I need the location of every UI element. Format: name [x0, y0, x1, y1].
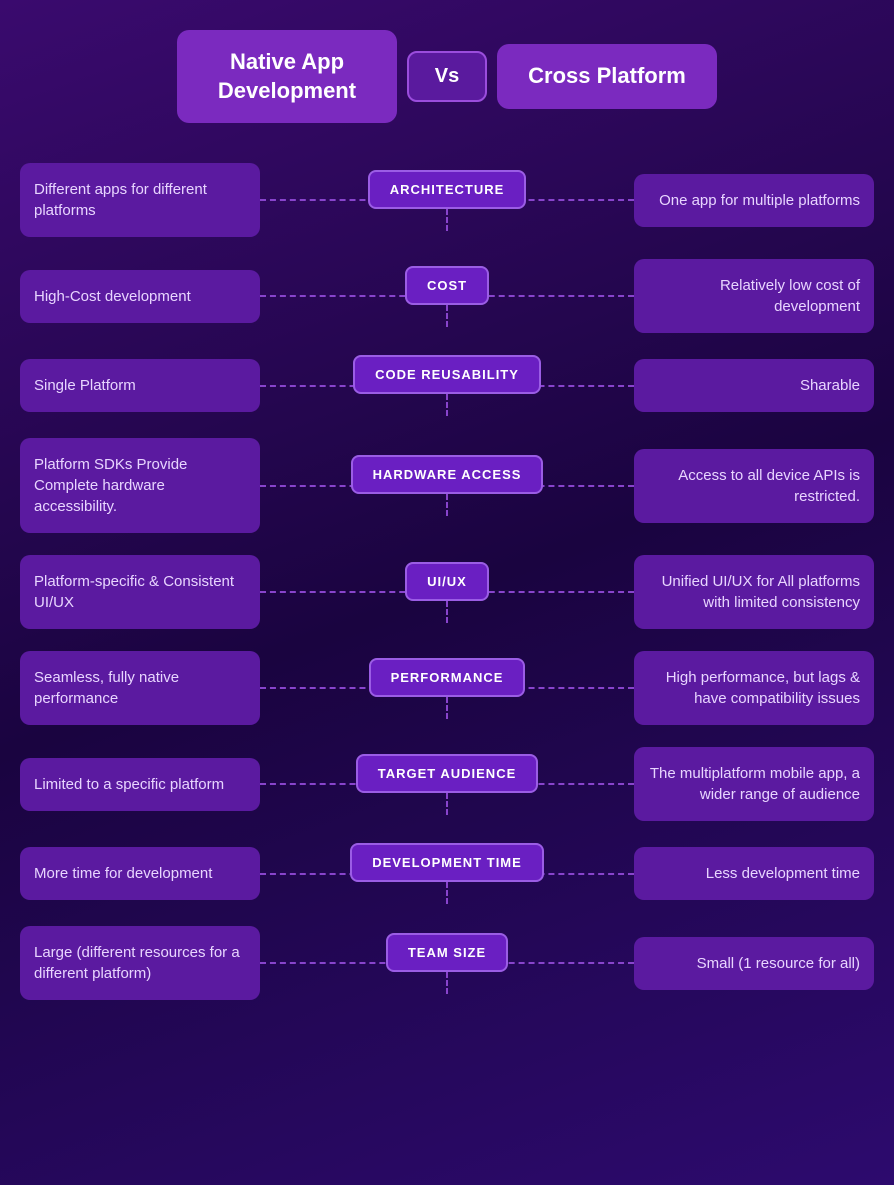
left-cell-8: Large (different resources for a differe…: [20, 926, 260, 1000]
left-cell-0: Different apps for different platforms: [20, 163, 260, 237]
cross-header-box: Cross Platform: [497, 44, 717, 109]
v-line-4: [446, 601, 448, 623]
row-center-0: ARCHITECTURE: [260, 170, 634, 231]
category-label-1: COST: [405, 266, 489, 305]
right-cell-4: Unified UI/UX for All platforms with lim…: [634, 555, 874, 629]
header: Native App Development Vs Cross Platform: [20, 30, 874, 123]
category-label-6: TARGET AUDIENCE: [356, 754, 539, 793]
left-cell-2: Single Platform: [20, 359, 260, 412]
left-cell-7: More time for development: [20, 847, 260, 900]
comparison-row: Platform-specific & Consistent UI/UX UI/…: [20, 555, 874, 629]
comparison-row: More time for development DEVELOPMENT TI…: [20, 843, 874, 904]
comparison-row: Limited to a specific platform TARGET AU…: [20, 747, 874, 821]
left-cell-6: Limited to a specific platform: [20, 758, 260, 811]
v-line-5: [446, 697, 448, 719]
category-label-0: ARCHITECTURE: [368, 170, 527, 209]
row-center-2: CODE REUSABILITY: [260, 355, 634, 416]
v-line-2: [446, 394, 448, 416]
left-cell-5: Seamless, fully native performance: [20, 651, 260, 725]
right-cell-1: Relatively low cost of development: [634, 259, 874, 333]
v-line-0: [446, 209, 448, 231]
comparison-rows: Different apps for different platforms A…: [20, 163, 874, 1000]
category-label-7: DEVELOPMENT TIME: [350, 843, 544, 882]
left-cell-3: Platform SDKs Provide Complete hardware …: [20, 438, 260, 533]
row-center-7: DEVELOPMENT TIME: [260, 843, 634, 904]
right-cell-8: Small (1 resource for all): [634, 937, 874, 990]
comparison-row: Large (different resources for a differe…: [20, 926, 874, 1000]
right-cell-2: Sharable: [634, 359, 874, 412]
category-label-5: PERFORMANCE: [369, 658, 526, 697]
comparison-row: Seamless, fully native performance PERFO…: [20, 651, 874, 725]
row-center-4: UI/UX: [260, 562, 634, 623]
right-cell-6: The multiplatform mobile app, a wider ra…: [634, 747, 874, 821]
page-container: Native App Development Vs Cross Platform…: [20, 30, 874, 1000]
v-line-3: [446, 494, 448, 516]
left-cell-4: Platform-specific & Consistent UI/UX: [20, 555, 260, 629]
vs-label: Vs: [407, 51, 487, 102]
comparison-row: Different apps for different platforms A…: [20, 163, 874, 237]
native-header-box: Native App Development: [177, 30, 397, 123]
row-center-6: TARGET AUDIENCE: [260, 754, 634, 815]
cross-header-label: Cross Platform: [528, 63, 686, 88]
right-cell-3: Access to all device APIs is restricted.: [634, 449, 874, 523]
category-label-2: CODE REUSABILITY: [353, 355, 541, 394]
category-label-3: HARDWARE ACCESS: [351, 455, 544, 494]
row-center-5: PERFORMANCE: [260, 658, 634, 719]
left-cell-1: High-Cost development: [20, 270, 260, 323]
comparison-row: Platform SDKs Provide Complete hardware …: [20, 438, 874, 533]
native-header-label: Native App Development: [218, 49, 356, 103]
row-center-8: TEAM SIZE: [260, 933, 634, 994]
category-label-8: TEAM SIZE: [386, 933, 508, 972]
v-line-6: [446, 793, 448, 815]
right-cell-0: One app for multiple platforms: [634, 174, 874, 227]
right-cell-7: Less development time: [634, 847, 874, 900]
row-center-1: COST: [260, 266, 634, 327]
v-line-7: [446, 882, 448, 904]
right-cell-5: High performance, but lags & have compat…: [634, 651, 874, 725]
row-center-3: HARDWARE ACCESS: [260, 455, 634, 516]
category-label-4: UI/UX: [405, 562, 489, 601]
v-line-8: [446, 972, 448, 994]
comparison-row: Single Platform CODE REUSABILITY Sharabl…: [20, 355, 874, 416]
v-line-1: [446, 305, 448, 327]
comparison-row: High-Cost development COST Relatively lo…: [20, 259, 874, 333]
